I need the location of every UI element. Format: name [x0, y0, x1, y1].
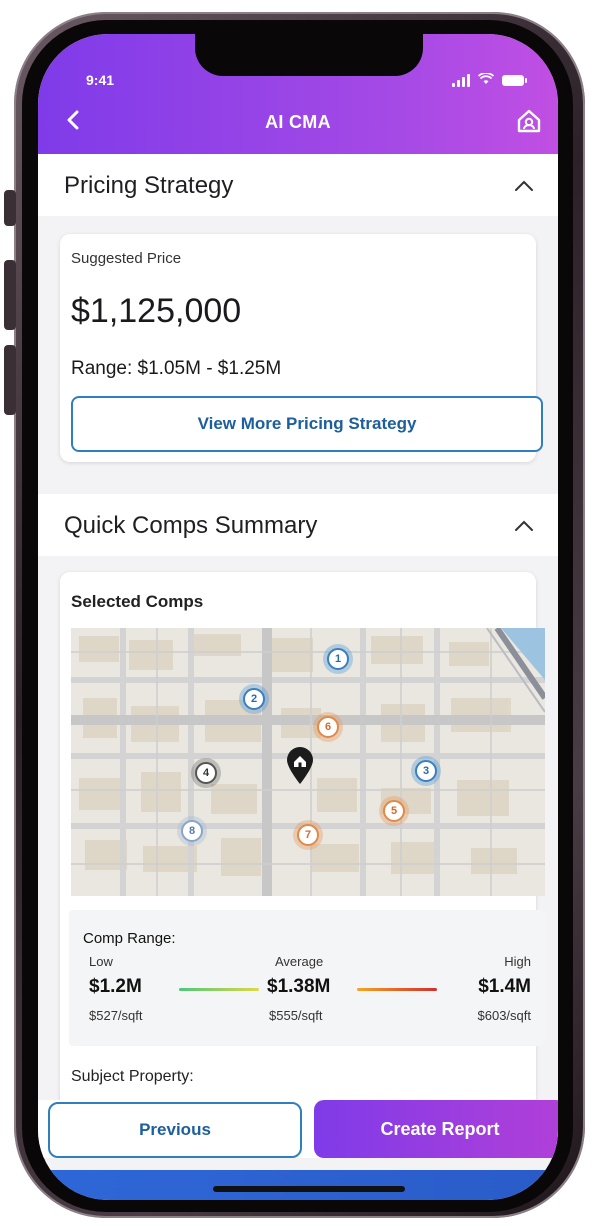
comp-range-title: Comp Range: — [83, 930, 176, 947]
view-more-pricing-button[interactable]: View More Pricing Strategy — [71, 396, 543, 452]
high-label: High — [504, 954, 531, 969]
map-pin-7[interactable]: 7 — [297, 824, 319, 846]
signal-icon — [452, 73, 470, 87]
comp-range-panel: Comp Range: Low Average High $1.2M $1.38… — [69, 910, 545, 1046]
pricing-strategy-title: Pricing Strategy — [64, 172, 234, 199]
quick-comps-card: Selected Comps 1 2 3 4 5 6 7 8 Comp Rang… — [60, 572, 545, 1100]
status-time: 9:41 — [86, 72, 115, 88]
footer-actions: Previous Create Report — [38, 1100, 558, 1158]
high-sqft: $603/sqft — [477, 1008, 532, 1023]
pricing-strategy-header[interactable]: Pricing Strategy — [38, 154, 558, 216]
page-title: AI CMA — [265, 112, 331, 132]
map-pin-3[interactable]: 3 — [415, 760, 437, 782]
map-pin-2[interactable]: 2 — [243, 688, 265, 710]
quick-comps-title: Quick Comps Summary — [64, 512, 318, 539]
chevron-up-icon[interactable] — [510, 172, 538, 200]
previous-button[interactable]: Previous — [48, 1102, 302, 1158]
suggested-price-card: Suggested Price $1,125,000 Range: $1.05M… — [60, 234, 543, 462]
scroll-content[interactable]: Pricing Strategy Suggested Price $1,125,… — [38, 154, 558, 1100]
phone-screen: 9:41 AI CMA Pricing Strategy Suggested P… — [38, 34, 558, 1200]
selected-comps-label: Selected Comps — [71, 592, 204, 611]
map-pin-4[interactable]: 4 — [195, 762, 217, 784]
map-pin-6[interactable]: 6 — [317, 716, 339, 738]
map-pin-5[interactable]: 5 — [383, 800, 405, 822]
comps-map[interactable]: 1 2 3 4 5 6 7 8 — [71, 628, 545, 896]
wifi-icon — [477, 72, 495, 88]
low-sqft: $527/sqft — [89, 1008, 143, 1023]
suggested-price-value: $1,125,000 — [71, 292, 242, 330]
high-value: $1.4M — [478, 976, 531, 997]
map-pin-8[interactable]: 8 — [181, 820, 203, 842]
status-icons — [452, 72, 527, 88]
quick-comps-header[interactable]: Quick Comps Summary — [38, 494, 558, 556]
volume-up-button — [4, 260, 16, 330]
volume-down-button — [4, 345, 16, 415]
create-report-button[interactable]: Create Report — [314, 1100, 558, 1158]
bottom-bar — [38, 1170, 558, 1200]
notch — [195, 34, 423, 76]
home-icon[interactable] — [514, 106, 544, 136]
price-range: Range: $1.05M - $1.25M — [71, 358, 282, 379]
average-value: $1.38M — [267, 976, 331, 997]
chevron-up-icon[interactable] — [510, 512, 538, 540]
avg-high-gradient-bar — [357, 988, 437, 991]
map-pin-1[interactable]: 1 — [327, 648, 349, 670]
silent-switch — [4, 190, 16, 226]
low-value: $1.2M — [89, 976, 142, 997]
low-label: Low — [89, 954, 113, 969]
battery-icon — [502, 74, 527, 86]
home-indicator[interactable] — [213, 1186, 405, 1192]
subject-property-label: Subject Property: — [71, 1068, 194, 1085]
subject-property-pin-icon[interactable] — [285, 746, 315, 786]
average-sqft: $555/sqft — [269, 1008, 323, 1023]
low-avg-gradient-bar — [179, 988, 259, 991]
average-label: Average — [275, 954, 324, 969]
suggested-price-label: Suggested Price — [71, 250, 182, 267]
